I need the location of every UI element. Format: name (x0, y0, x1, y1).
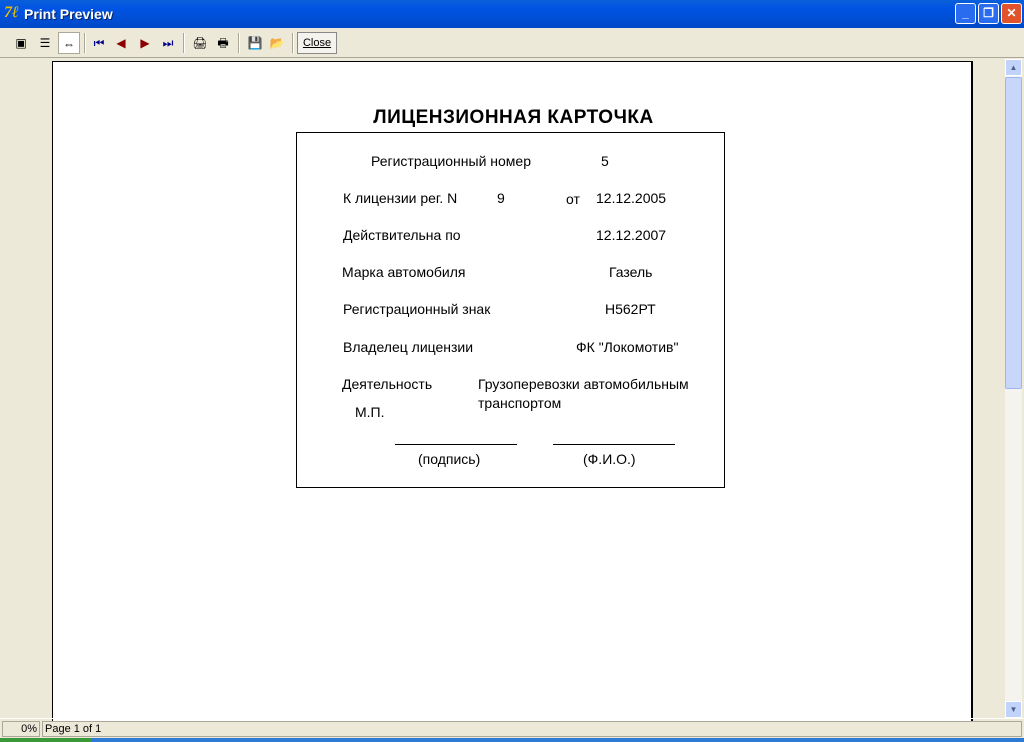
scroll-thumb[interactable] (1005, 77, 1022, 389)
document-title: ЛИЦЕНЗИОННАЯ КАРТОЧКА (373, 107, 654, 128)
minimize-button[interactable]: _ (955, 3, 976, 24)
toolbar: ▣ ☰ ⇔ ⏮ ◀ ▶ ⏭ 🖨 🖶 💾 📂 Close (0, 28, 1024, 58)
fit-page-icon[interactable]: ⇔ (58, 32, 80, 54)
next-page-icon[interactable]: ▶ (134, 32, 156, 54)
license-number-value: 9 (497, 190, 505, 206)
separator (84, 33, 86, 53)
taskbar-strip (0, 738, 1024, 742)
vertical-scrollbar[interactable]: ▲ ▼ (1005, 59, 1022, 718)
owner-label: Владелец лицензии (343, 339, 474, 355)
status-bar: 0% Page 1 of 1 (0, 718, 1024, 738)
one-page-icon[interactable]: ▣ (10, 32, 32, 54)
page-width-icon[interactable]: ☰ (34, 32, 56, 54)
title-bar: 7ℓ Print Preview _ ❐ ✕ (0, 0, 1024, 28)
valid-date-value: 12.12.2007 (596, 227, 667, 243)
printer-setup-icon[interactable]: 🖨 (189, 32, 211, 54)
separator (292, 33, 294, 53)
owner-value: ФК "Локомотив" (576, 339, 679, 355)
close-window-button[interactable]: ✕ (1001, 3, 1022, 24)
save-icon[interactable]: 💾 (244, 32, 266, 54)
license-card: Регистрационный номер 5 К лицензии рег. … (296, 132, 725, 488)
page-indicator: Page 1 of 1 (42, 721, 1022, 737)
activity-label: Деятельность (342, 376, 433, 392)
reg-number-label: Регистрационный номер (371, 153, 531, 169)
plate-label: Регистрационный знак (343, 301, 491, 317)
scroll-down-icon[interactable]: ▼ (1005, 701, 1022, 718)
first-page-icon[interactable]: ⏮ (88, 32, 110, 54)
maximize-button[interactable]: ❐ (978, 3, 999, 24)
preview-page: ЛИЦЕНЗИОННАЯ КАРТОЧКА Регистрационный но… (52, 61, 973, 721)
app-icon: 7ℓ (4, 4, 19, 21)
name-label: (Ф.И.О.) (583, 451, 636, 467)
scroll-up-icon[interactable]: ▲ (1005, 59, 1022, 76)
prev-page-icon[interactable]: ◀ (110, 32, 132, 54)
reg-number-value: 5 (601, 153, 609, 169)
close-button[interactable]: Close (297, 32, 337, 54)
window-title: Print Preview (24, 6, 113, 22)
license-date-value: 12.12.2005 (596, 190, 667, 206)
activity-value-line1: Грузоперевозки автомобильным (478, 376, 689, 392)
signature-line (395, 444, 517, 445)
name-line (553, 444, 675, 445)
valid-label: Действительна по (343, 227, 461, 243)
start-button-strip (0, 738, 92, 742)
car-value: Газель (609, 264, 653, 280)
from-label: от (566, 191, 580, 207)
progress-text: 0% (2, 721, 40, 737)
separator (183, 33, 185, 53)
car-label: Марка автомобиля (342, 264, 466, 280)
signature-label: (подпись) (418, 451, 481, 467)
preview-area: ЛИЦЕНЗИОННАЯ КАРТОЧКА Регистрационный но… (0, 59, 1005, 721)
separator (238, 33, 240, 53)
last-page-icon[interactable]: ⏭ (157, 32, 179, 54)
open-icon[interactable]: 📂 (266, 32, 288, 54)
plate-value: Н562РТ (605, 301, 656, 317)
stamp-label: М.П. (355, 404, 385, 420)
print-icon[interactable]: 🖶 (212, 32, 234, 54)
activity-value-line2: транспортом (478, 395, 562, 411)
license-label: К лицензии рег. N (343, 190, 458, 206)
